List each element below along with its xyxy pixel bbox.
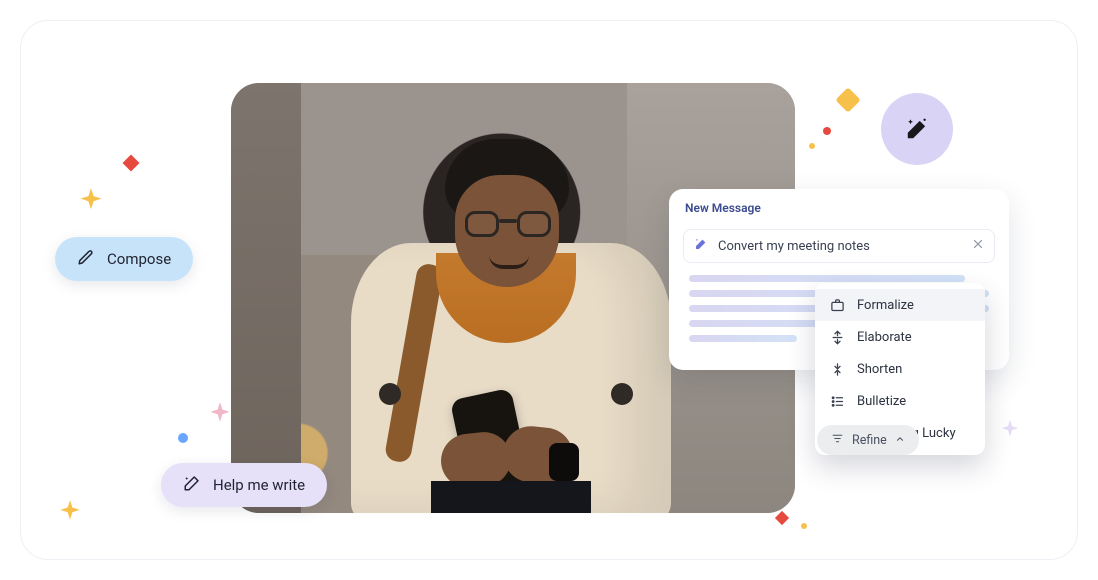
ai-actions-button[interactable] (881, 93, 953, 165)
menu-item-label: Shorten (857, 362, 902, 377)
briefcase-icon (829, 297, 845, 313)
magic-wand-icon (694, 237, 708, 255)
diamond-icon (835, 87, 860, 112)
pencil-icon (77, 248, 95, 270)
diamond-icon (775, 511, 789, 525)
dot-icon (801, 523, 807, 529)
menu-item-elaborate[interactable]: Elaborate (815, 321, 985, 353)
refine-button[interactable]: Refine (817, 425, 919, 455)
sparkle-icon (57, 499, 83, 525)
dot-icon (823, 127, 831, 135)
refine-label: Refine (852, 433, 887, 448)
promo-frame: Compose Help me write New Message Conver… (20, 20, 1078, 560)
close-icon (972, 238, 984, 250)
collapse-vertical-icon (829, 361, 845, 377)
sparkle-icon (207, 401, 233, 427)
dot-icon (178, 433, 188, 443)
chevron-up-icon (895, 433, 905, 448)
menu-item-formalize[interactable]: Formalize (815, 289, 985, 321)
diamond-icon (123, 155, 140, 172)
expand-vertical-icon (829, 329, 845, 345)
filter-icon (831, 432, 844, 449)
dot-icon (809, 143, 815, 149)
magic-wand-icon (904, 116, 930, 142)
compose-label: Compose (107, 250, 171, 268)
sparkle-icon (999, 419, 1021, 441)
menu-item-label: Formalize (857, 298, 914, 313)
menu-item-label: Bulletize (857, 394, 906, 409)
compose-button[interactable]: Compose (55, 237, 193, 281)
ai-prompt-text: Convert my meeting notes (718, 239, 870, 254)
menu-item-shorten[interactable]: Shorten (815, 353, 985, 385)
help-me-write-button[interactable]: Help me write (161, 463, 327, 507)
ai-prompt-input[interactable]: Convert my meeting notes (683, 229, 995, 263)
close-button[interactable] (972, 238, 984, 254)
help-me-write-label: Help me write (213, 476, 305, 494)
sparkle-icon (77, 187, 105, 215)
magic-wand-icon (183, 474, 201, 496)
menu-item-bulletize[interactable]: Bulletize (815, 385, 985, 417)
card-title: New Message (669, 189, 1009, 223)
menu-item-label: Elaborate (857, 330, 912, 345)
bullet-list-icon (829, 393, 845, 409)
